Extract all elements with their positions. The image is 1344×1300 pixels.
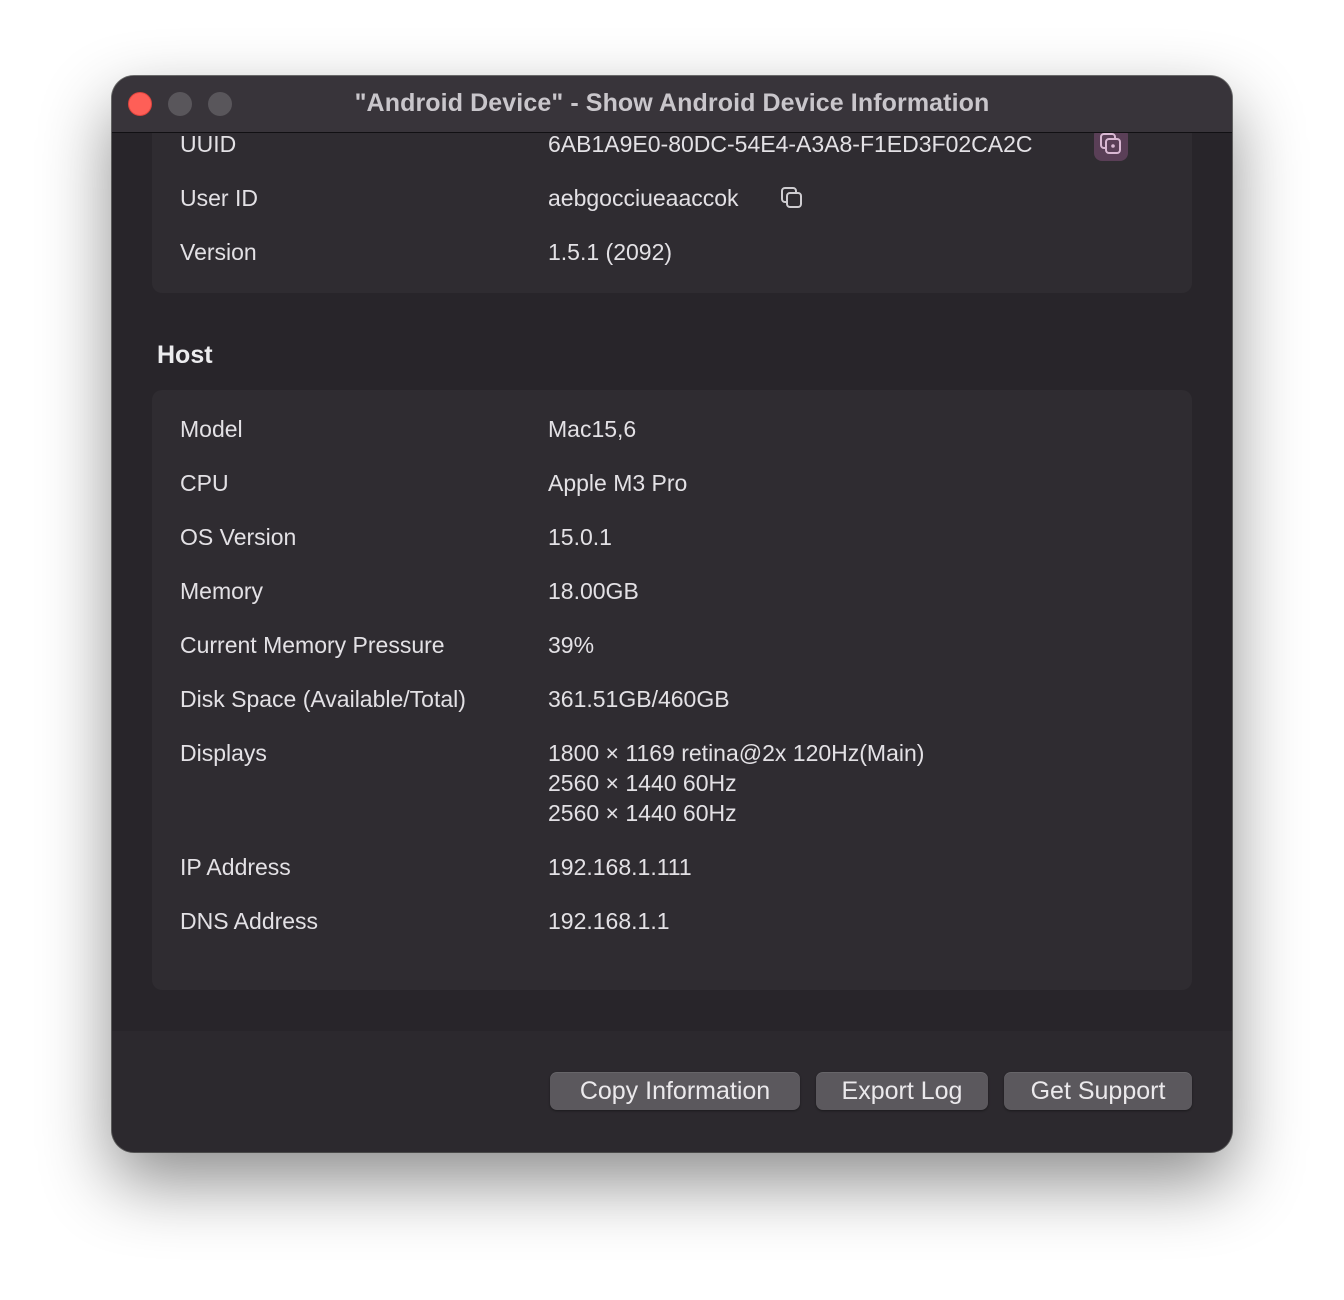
info-row-ip-address: IP Address 192.168.1.111 (180, 852, 1180, 892)
device-info-card: UUID 6AB1A9E0-80DC-54E4-A3A8-F1ED3F02CA2… (152, 133, 1192, 293)
host-section-title: Host (157, 341, 213, 369)
row-label: CPU (180, 470, 229, 496)
host-info-card: Model Mac15,6 CPU Apple M3 Pro OS Versio… (152, 390, 1192, 990)
title-bar[interactable]: "Android Device" - Show Android Device I… (112, 76, 1232, 133)
copy-user-id-button[interactable] (775, 181, 809, 215)
info-row-os-version: OS Version 15.0.1 (180, 522, 1180, 562)
row-label: Disk Space (Available/Total) (180, 686, 466, 712)
display-line: 2560 × 1440 60Hz (548, 800, 737, 826)
row-value: aebgocciueaaccok (548, 185, 739, 211)
copy-icon (781, 187, 802, 208)
row-value: 361.51GB/460GB (548, 686, 730, 712)
copy-uuid-button[interactable] (1094, 133, 1128, 161)
info-row-model: Model Mac15,6 (180, 414, 1180, 454)
row-value: 6AB1A9E0-80DC-54E4-A3A8-F1ED3F02CA2C (548, 133, 1033, 157)
copy-information-button[interactable]: Copy Information (550, 1072, 800, 1110)
row-label: User ID (180, 185, 258, 211)
info-row-displays: Displays 1800 × 1169 retina@2x 120Hz(Mai… (180, 738, 1180, 838)
window-title: "Android Device" - Show Android Device I… (354, 89, 990, 117)
row-value: Apple M3 Pro (548, 470, 688, 496)
row-label: Memory (180, 578, 264, 604)
row-label: Current Memory Pressure (180, 632, 445, 658)
get-support-button[interactable]: Get Support (1004, 1072, 1192, 1110)
info-row-disk-space: Disk Space (Available/Total) 361.51GB/46… (180, 684, 1180, 724)
row-value: Mac15,6 (548, 416, 637, 442)
info-row-uuid: UUID 6AB1A9E0-80DC-54E4-A3A8-F1ED3F02CA2… (180, 133, 1180, 169)
button-bar: Copy Information Export Log Get Support (112, 1031, 1232, 1152)
export-log-button[interactable]: Export Log (816, 1072, 988, 1110)
display-line: 1800 × 1169 retina@2x 120Hz(Main) (548, 740, 925, 766)
row-value: 1.5.1 (2092) (548, 239, 673, 265)
row-value: 39% (548, 632, 595, 658)
info-scroll-area[interactable]: UUID 6AB1A9E0-80DC-54E4-A3A8-F1ED3F02CA2… (112, 133, 1232, 1031)
row-label: Displays (180, 740, 267, 766)
info-row-cpu: CPU Apple M3 Pro (180, 468, 1180, 508)
row-value: 192.168.1.1 (548, 908, 670, 934)
info-row-memory-pressure: Current Memory Pressure 39% (180, 630, 1180, 670)
row-label: OS Version (180, 524, 297, 550)
display-line: 2560 × 1440 60Hz (548, 770, 737, 796)
row-label: IP Address (180, 854, 291, 880)
row-label: Model (180, 416, 243, 442)
row-value: 15.0.1 (548, 524, 612, 550)
info-row-dns-address: DNS Address 192.168.1.1 (180, 906, 1180, 946)
info-row-version: Version 1.5.1 (2092) (180, 237, 1180, 277)
row-label: Version (180, 239, 257, 265)
copy-icon (1100, 133, 1121, 154)
row-value: 18.00GB (548, 578, 639, 604)
row-label: UUID (180, 133, 237, 157)
info-row-user-id: User ID aebgocciueaaccok (180, 183, 1180, 223)
device-info-window: "Android Device" - Show Android Device I… (112, 76, 1232, 1152)
info-row-memory: Memory 18.00GB (180, 576, 1180, 616)
row-value: 192.168.1.111 (548, 854, 692, 880)
row-label: DNS Address (180, 908, 319, 934)
